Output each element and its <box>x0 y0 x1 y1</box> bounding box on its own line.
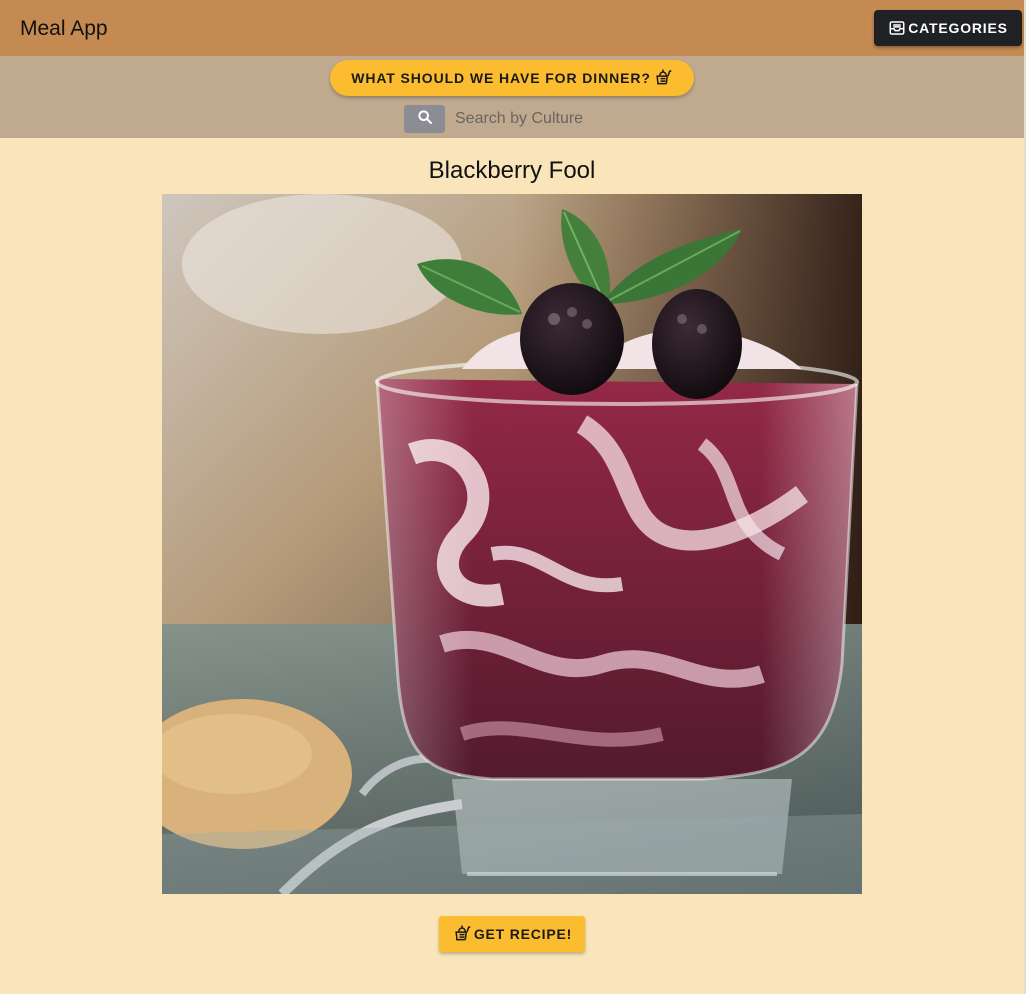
search-input[interactable] <box>451 106 659 132</box>
food-bank-icon <box>452 923 472 946</box>
categories-button[interactable]: CATEGORIES <box>874 10 1022 46</box>
search-button[interactable] <box>404 105 445 133</box>
meal-title: Blackberry Fool <box>428 157 596 184</box>
get-recipe-button[interactable]: GET RECIPE! <box>439 916 585 952</box>
app-title: Meal App <box>20 17 108 40</box>
app-bar: Meal App CATEGORIES <box>0 0 1024 56</box>
food-bank-icon <box>653 67 673 90</box>
search-icon <box>417 109 433 130</box>
search-toolbar: WHAT SHOULD WE HAVE FOR DINNER? <box>0 56 1024 138</box>
get-recipe-label: GET RECIPE! <box>473 926 573 942</box>
inbox-icon <box>888 19 906 37</box>
dinner-suggestion-button[interactable]: WHAT SHOULD WE HAVE FOR DINNER? <box>330 60 694 96</box>
meal-image <box>162 194 862 894</box>
categories-label: CATEGORIES <box>908 20 1008 36</box>
dinner-label: WHAT SHOULD WE HAVE FOR DINNER? <box>351 70 651 86</box>
